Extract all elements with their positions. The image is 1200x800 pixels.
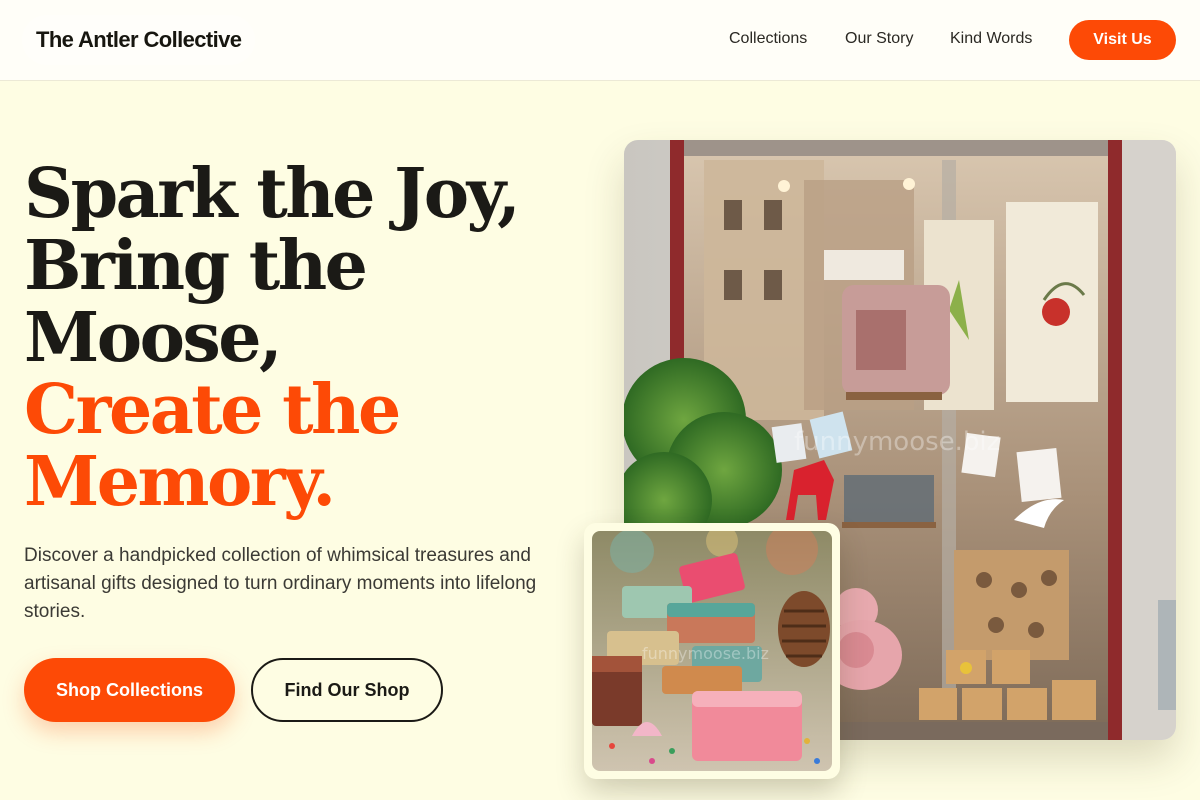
small-photo-watermark: funnymoose.biz <box>642 644 769 663</box>
hero-description: Discover a handpicked collection of whim… <box>24 545 537 622</box>
nav-link-kind-words[interactable]: Kind Words <box>950 30 1032 48</box>
find-our-shop-button[interactable]: Find Our Shop <box>251 658 443 722</box>
soap-photo-frame: funnymoose.biz <box>584 523 840 779</box>
hero-title-line: Moose, <box>24 298 283 378</box>
hero-title-accent-line: Memory. <box>24 442 336 522</box>
hero-title-accent-line: Create the <box>24 370 401 450</box>
hero-title-line: Spark the Joy, <box>24 154 521 234</box>
main-photo-watermark: funnymoose.biz <box>794 427 1000 457</box>
brand-logo[interactable]: The Antler Collective <box>22 15 256 65</box>
hero-title: Spark the Joy, Bring the Moose, Create t… <box>24 158 584 518</box>
nav-link-our-story[interactable]: Our Story <box>845 30 913 48</box>
soap-bars-photo: funnymoose.biz <box>592 531 832 771</box>
nav-link-collections[interactable]: Collections <box>729 30 807 48</box>
visit-us-button[interactable]: Visit Us <box>1069 20 1176 60</box>
site-header: The Antler Collective Collections Our St… <box>0 0 1200 81</box>
shop-collections-button[interactable]: Shop Collections <box>24 658 235 722</box>
hero-title-line: Bring the <box>24 226 368 306</box>
